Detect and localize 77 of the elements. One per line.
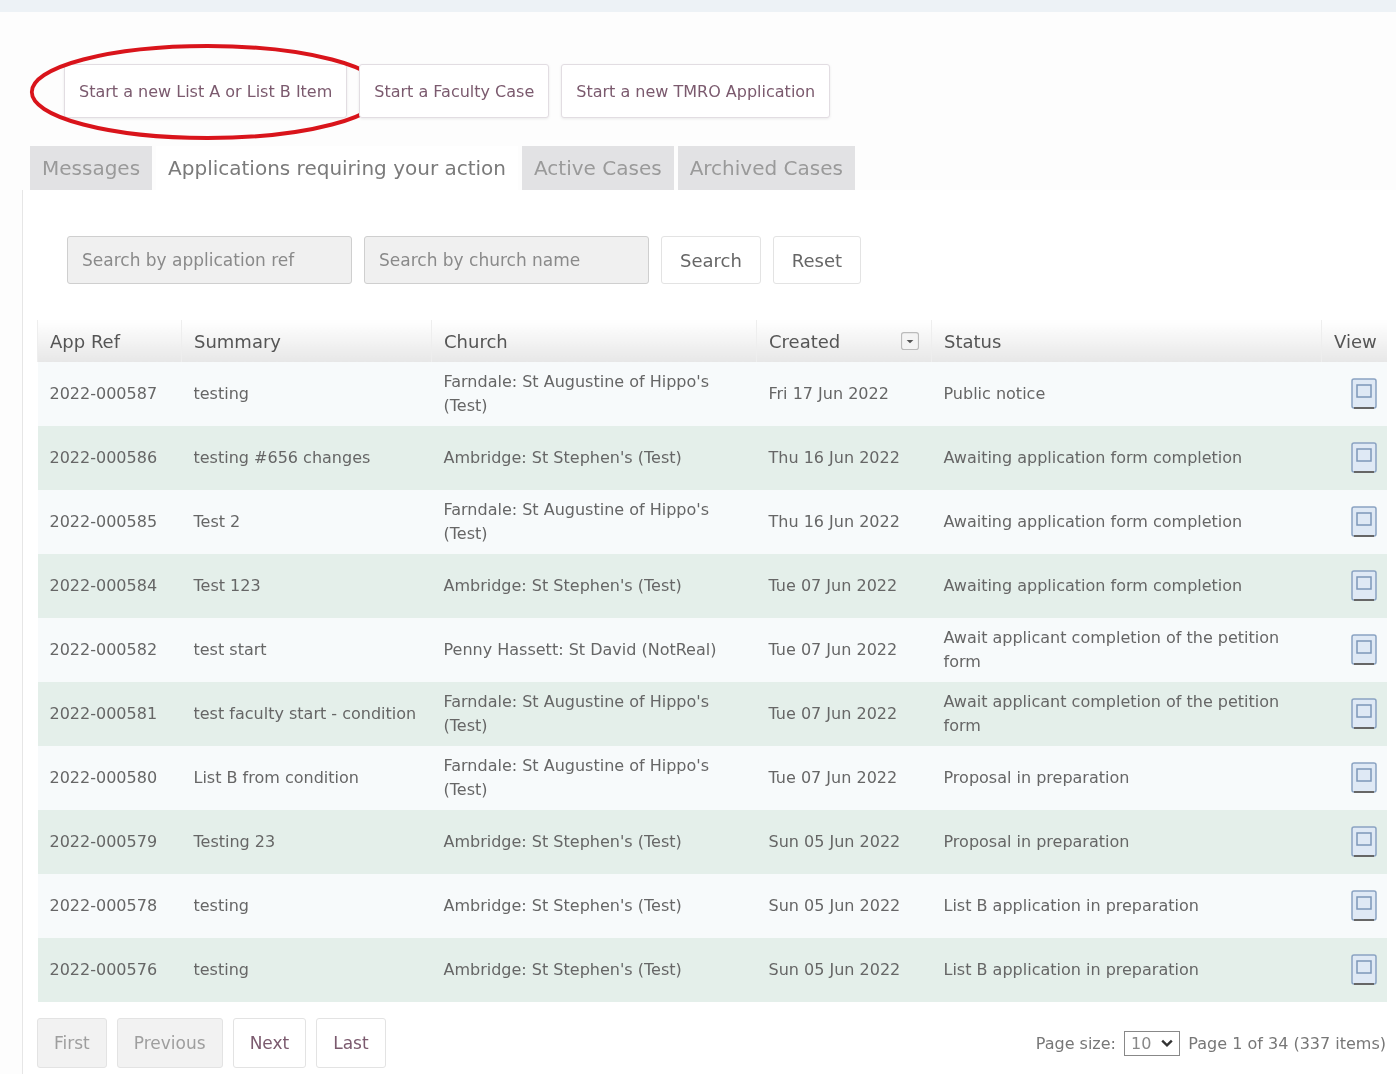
- column-header[interactable]: Summary: [194, 330, 281, 352]
- table-cell: 2022-000579: [49, 832, 158, 851]
- document-icon[interactable]: [1348, 953, 1379, 987]
- table-cell: Fri 17 Jun 2022: [768, 384, 889, 403]
- start-button[interactable]: Start a new List A or List B Item: [64, 64, 348, 118]
- table-cell: testing #656 changes: [193, 448, 371, 467]
- document-icon[interactable]: [1348, 441, 1379, 475]
- document-icon[interactable]: [1348, 569, 1379, 603]
- page-size-label: Page size:: [1035, 1033, 1116, 1053]
- table-cell: Ambridge: St Stephen's (Test): [443, 960, 682, 979]
- start-button[interactable]: Start a new TMRO Application: [561, 64, 831, 118]
- table-cell: Proposal in preparation: [943, 832, 1130, 851]
- column-header[interactable]: Status: [944, 330, 1002, 352]
- table-cell: Farndale: St Augustine of Hippo's (Test): [443, 500, 710, 543]
- document-icon[interactable]: [1348, 633, 1379, 667]
- table-cell: 2022-000585: [49, 512, 158, 531]
- table-cell: Test 123: [193, 576, 261, 595]
- table-cell: Tue 07 Jun 2022: [768, 640, 898, 659]
- table-cell: testing: [193, 960, 249, 979]
- table-cell: List B application in preparation: [943, 960, 1199, 979]
- table-cell: test start: [193, 640, 267, 659]
- table-cell: Thu 16 Jun 2022: [768, 448, 900, 467]
- document-icon[interactable]: [1348, 889, 1379, 923]
- document-icon[interactable]: [1348, 377, 1379, 411]
- table-cell: Farndale: St Augustine of Hippo's (Test): [443, 756, 710, 799]
- table-cell: 2022-000584: [49, 576, 158, 595]
- table-cell: List B application in preparation: [943, 896, 1199, 915]
- table-cell: Ambridge: St Stephen's (Test): [443, 832, 682, 851]
- pager-button[interactable]: Last: [316, 1018, 386, 1068]
- table-cell: Sun 05 Jun 2022: [768, 896, 901, 915]
- table-cell: 2022-000581: [49, 704, 158, 723]
- table-cell: Ambridge: St Stephen's (Test): [443, 576, 682, 595]
- table-cell: 2022-000587: [49, 384, 158, 403]
- table-cell: Awaiting application form completion: [943, 448, 1243, 467]
- table-cell: 2022-000586: [49, 448, 158, 467]
- table-cell: Await applicant completion of the petition form: [943, 628, 1280, 671]
- document-icon[interactable]: [1348, 825, 1379, 859]
- document-icon[interactable]: [1348, 697, 1379, 731]
- search-field[interactable]: Search by application ref: [67, 236, 352, 284]
- start-button[interactable]: Start a Faculty Case: [359, 64, 550, 118]
- page-info: Page 1 of 34 (337 items): [1188, 1033, 1386, 1053]
- page-size-select[interactable]: 10: [1124, 1030, 1181, 1056]
- table-cell: Tue 07 Jun 2022: [768, 768, 898, 787]
- table-cell: 2022-000578: [49, 896, 158, 915]
- table-cell: testing: [193, 384, 249, 403]
- table-cell: List B from condition: [193, 768, 359, 787]
- sort-icon[interactable]: [901, 332, 919, 350]
- table-cell: Testing 23: [193, 832, 276, 851]
- document-icon[interactable]: [1348, 505, 1379, 539]
- table-cell: Sun 05 Jun 2022: [768, 960, 901, 979]
- table-cell: Thu 16 Jun 2022: [768, 512, 900, 531]
- table-cell: Penny Hassett: St David (NotReal): [443, 640, 717, 659]
- table-cell: Awaiting application form completion: [943, 512, 1243, 531]
- table-cell: Test 2: [193, 512, 241, 531]
- table-cell: Public notice: [943, 384, 1046, 403]
- table-cell: Awaiting application form completion: [943, 576, 1243, 595]
- table-cell: 2022-000582: [49, 640, 158, 659]
- table-cell: 2022-000580: [49, 768, 158, 787]
- pager-button[interactable]: Next: [232, 1018, 307, 1068]
- table-cell: Ambridge: St Stephen's (Test): [443, 448, 682, 467]
- search-field[interactable]: Search by church name: [364, 236, 649, 284]
- table-cell: Ambridge: St Stephen's (Test): [443, 896, 682, 915]
- table-cell: Tue 07 Jun 2022: [768, 704, 898, 723]
- search-button[interactable]: Search: [661, 236, 761, 284]
- table-cell: test faculty start - condition: [193, 704, 417, 723]
- table-cell: Farndale: St Augustine of Hippo's (Test): [443, 372, 710, 415]
- table-cell: Sun 05 Jun 2022: [768, 832, 901, 851]
- table-cell: 2022-000576: [49, 960, 158, 979]
- table-cell: testing: [193, 896, 249, 915]
- column-header[interactable]: Church: [444, 330, 508, 352]
- table-cell: Await applicant completion of the petition form: [943, 692, 1280, 735]
- document-icon[interactable]: [1348, 761, 1379, 795]
- table-cell: Farndale: St Augustine of Hippo's (Test): [443, 692, 710, 735]
- search-button[interactable]: Reset: [772, 236, 862, 284]
- table-cell: Proposal in preparation: [943, 768, 1130, 787]
- caret-icon: [1161, 1038, 1174, 1048]
- table-cell: Tue 07 Jun 2022: [768, 576, 898, 595]
